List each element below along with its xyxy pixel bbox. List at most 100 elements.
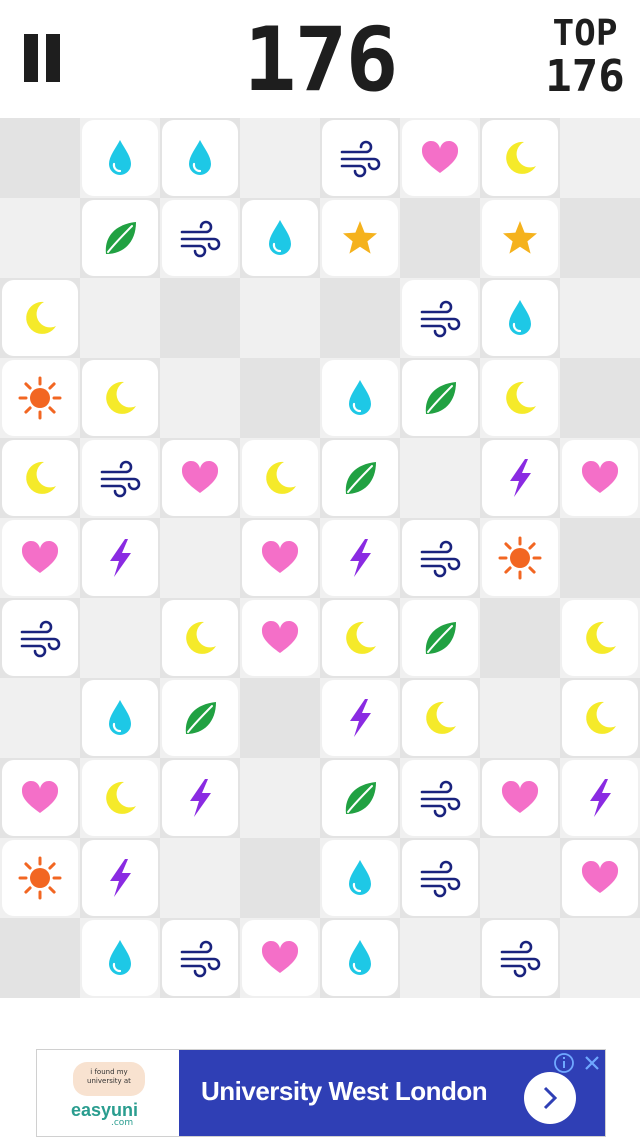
- tile-leaf[interactable]: [82, 200, 158, 276]
- tile-drop[interactable]: [82, 920, 158, 996]
- ad-title[interactable]: University West London: [201, 1076, 488, 1107]
- board-cell: [0, 118, 80, 198]
- tile-leaf[interactable]: [322, 760, 398, 836]
- board-cell: [560, 358, 640, 438]
- moon-icon: [26, 461, 56, 494]
- drop-icon: [349, 940, 371, 975]
- tile-drop[interactable]: [322, 920, 398, 996]
- wind-icon: [420, 540, 461, 578]
- ad-brand-domain: .com: [111, 1118, 134, 1128]
- tile-moon[interactable]: [2, 440, 78, 516]
- drop-icon: [109, 940, 131, 975]
- tile-wind[interactable]: [402, 280, 478, 356]
- tile-bolt[interactable]: [82, 840, 158, 916]
- tile-wind[interactable]: [402, 520, 478, 596]
- ad-close-icon[interactable]: [581, 1052, 603, 1074]
- board-cell: [400, 438, 480, 518]
- tile-star[interactable]: [322, 200, 398, 276]
- tile-bolt[interactable]: [162, 760, 238, 836]
- drop-icon: [349, 860, 371, 895]
- tile-drop[interactable]: [322, 360, 398, 436]
- tile-leaf[interactable]: [402, 600, 478, 676]
- tile-wind[interactable]: [402, 760, 478, 836]
- tile-sun[interactable]: [2, 840, 78, 916]
- tile-sun[interactable]: [482, 520, 558, 596]
- board-cell: [560, 918, 640, 998]
- board-cell: [240, 838, 320, 918]
- tile-moon[interactable]: [482, 120, 558, 196]
- tile-moon[interactable]: [402, 680, 478, 756]
- tile-drop[interactable]: [322, 840, 398, 916]
- tile-drop[interactable]: [162, 120, 238, 196]
- tile-leaf[interactable]: [402, 360, 478, 436]
- board-cell: [240, 358, 320, 438]
- ad-arrow-button[interactable]: [524, 1072, 576, 1124]
- tile-moon[interactable]: [162, 600, 238, 676]
- tile-bolt[interactable]: [322, 520, 398, 596]
- drop-icon: [269, 220, 291, 255]
- tile-moon[interactable]: [82, 360, 158, 436]
- tile-moon[interactable]: [242, 440, 318, 516]
- tile-leaf[interactable]: [322, 440, 398, 516]
- wind-icon: [340, 140, 381, 178]
- tile-wind[interactable]: [82, 440, 158, 516]
- heart-icon: [581, 860, 619, 893]
- tile-moon[interactable]: [322, 600, 398, 676]
- tile-heart[interactable]: [482, 760, 558, 836]
- tile-bolt[interactable]: [322, 680, 398, 756]
- tile-heart[interactable]: [562, 840, 638, 916]
- tile-bolt[interactable]: [82, 520, 158, 596]
- tile-heart[interactable]: [402, 120, 478, 196]
- tile-bolt[interactable]: [482, 440, 558, 516]
- board-cell: [160, 838, 240, 918]
- tile-moon[interactable]: [562, 680, 638, 756]
- moon-icon: [506, 141, 536, 174]
- tile-drop[interactable]: [82, 680, 158, 756]
- drop-icon: [349, 380, 371, 415]
- tile-heart[interactable]: [162, 440, 238, 516]
- tile-heart[interactable]: [242, 600, 318, 676]
- wind-icon: [500, 940, 541, 978]
- heart-icon: [421, 140, 459, 173]
- tile-wind[interactable]: [482, 920, 558, 996]
- tile-drop[interactable]: [242, 200, 318, 276]
- pause-button[interactable]: [14, 22, 74, 92]
- tile-heart[interactable]: [562, 440, 638, 516]
- top-score-label: TOP: [552, 13, 618, 54]
- chevron-right-icon: [543, 1086, 558, 1110]
- board-cell: [480, 838, 560, 918]
- tile-bolt[interactable]: [562, 760, 638, 836]
- moon-icon: [266, 461, 296, 494]
- tile-sun[interactable]: [2, 360, 78, 436]
- star-icon: [343, 221, 377, 254]
- tile-moon[interactable]: [562, 600, 638, 676]
- tile-moon[interactable]: [482, 360, 558, 436]
- board-cell: [80, 278, 160, 358]
- tile-star[interactable]: [482, 200, 558, 276]
- tile-drop[interactable]: [482, 280, 558, 356]
- heart-icon: [261, 620, 299, 653]
- tile-moon[interactable]: [82, 760, 158, 836]
- wind-icon: [180, 220, 221, 258]
- leaf-icon: [185, 702, 216, 734]
- ad-banner[interactable]: i found my university at easyuni .com Un…: [36, 1049, 606, 1137]
- tile-wind[interactable]: [402, 840, 478, 916]
- tile-moon[interactable]: [2, 280, 78, 356]
- tile-heart[interactable]: [2, 760, 78, 836]
- tile-heart[interactable]: [2, 520, 78, 596]
- tile-heart[interactable]: [242, 520, 318, 596]
- tile-wind[interactable]: [162, 920, 238, 996]
- tile-heart[interactable]: [242, 920, 318, 996]
- sun-icon: [18, 376, 62, 420]
- bolt-icon: [510, 459, 531, 497]
- ad-info-icon[interactable]: [553, 1052, 575, 1074]
- wind-icon: [180, 940, 221, 978]
- game-header: 176 TOP 176: [0, 0, 640, 118]
- tile-leaf[interactable]: [162, 680, 238, 756]
- tile-wind[interactable]: [162, 200, 238, 276]
- tile-wind[interactable]: [2, 600, 78, 676]
- drop-icon: [109, 700, 131, 735]
- tile-wind[interactable]: [322, 120, 398, 196]
- tile-drop[interactable]: [82, 120, 158, 196]
- moon-icon: [426, 701, 456, 734]
